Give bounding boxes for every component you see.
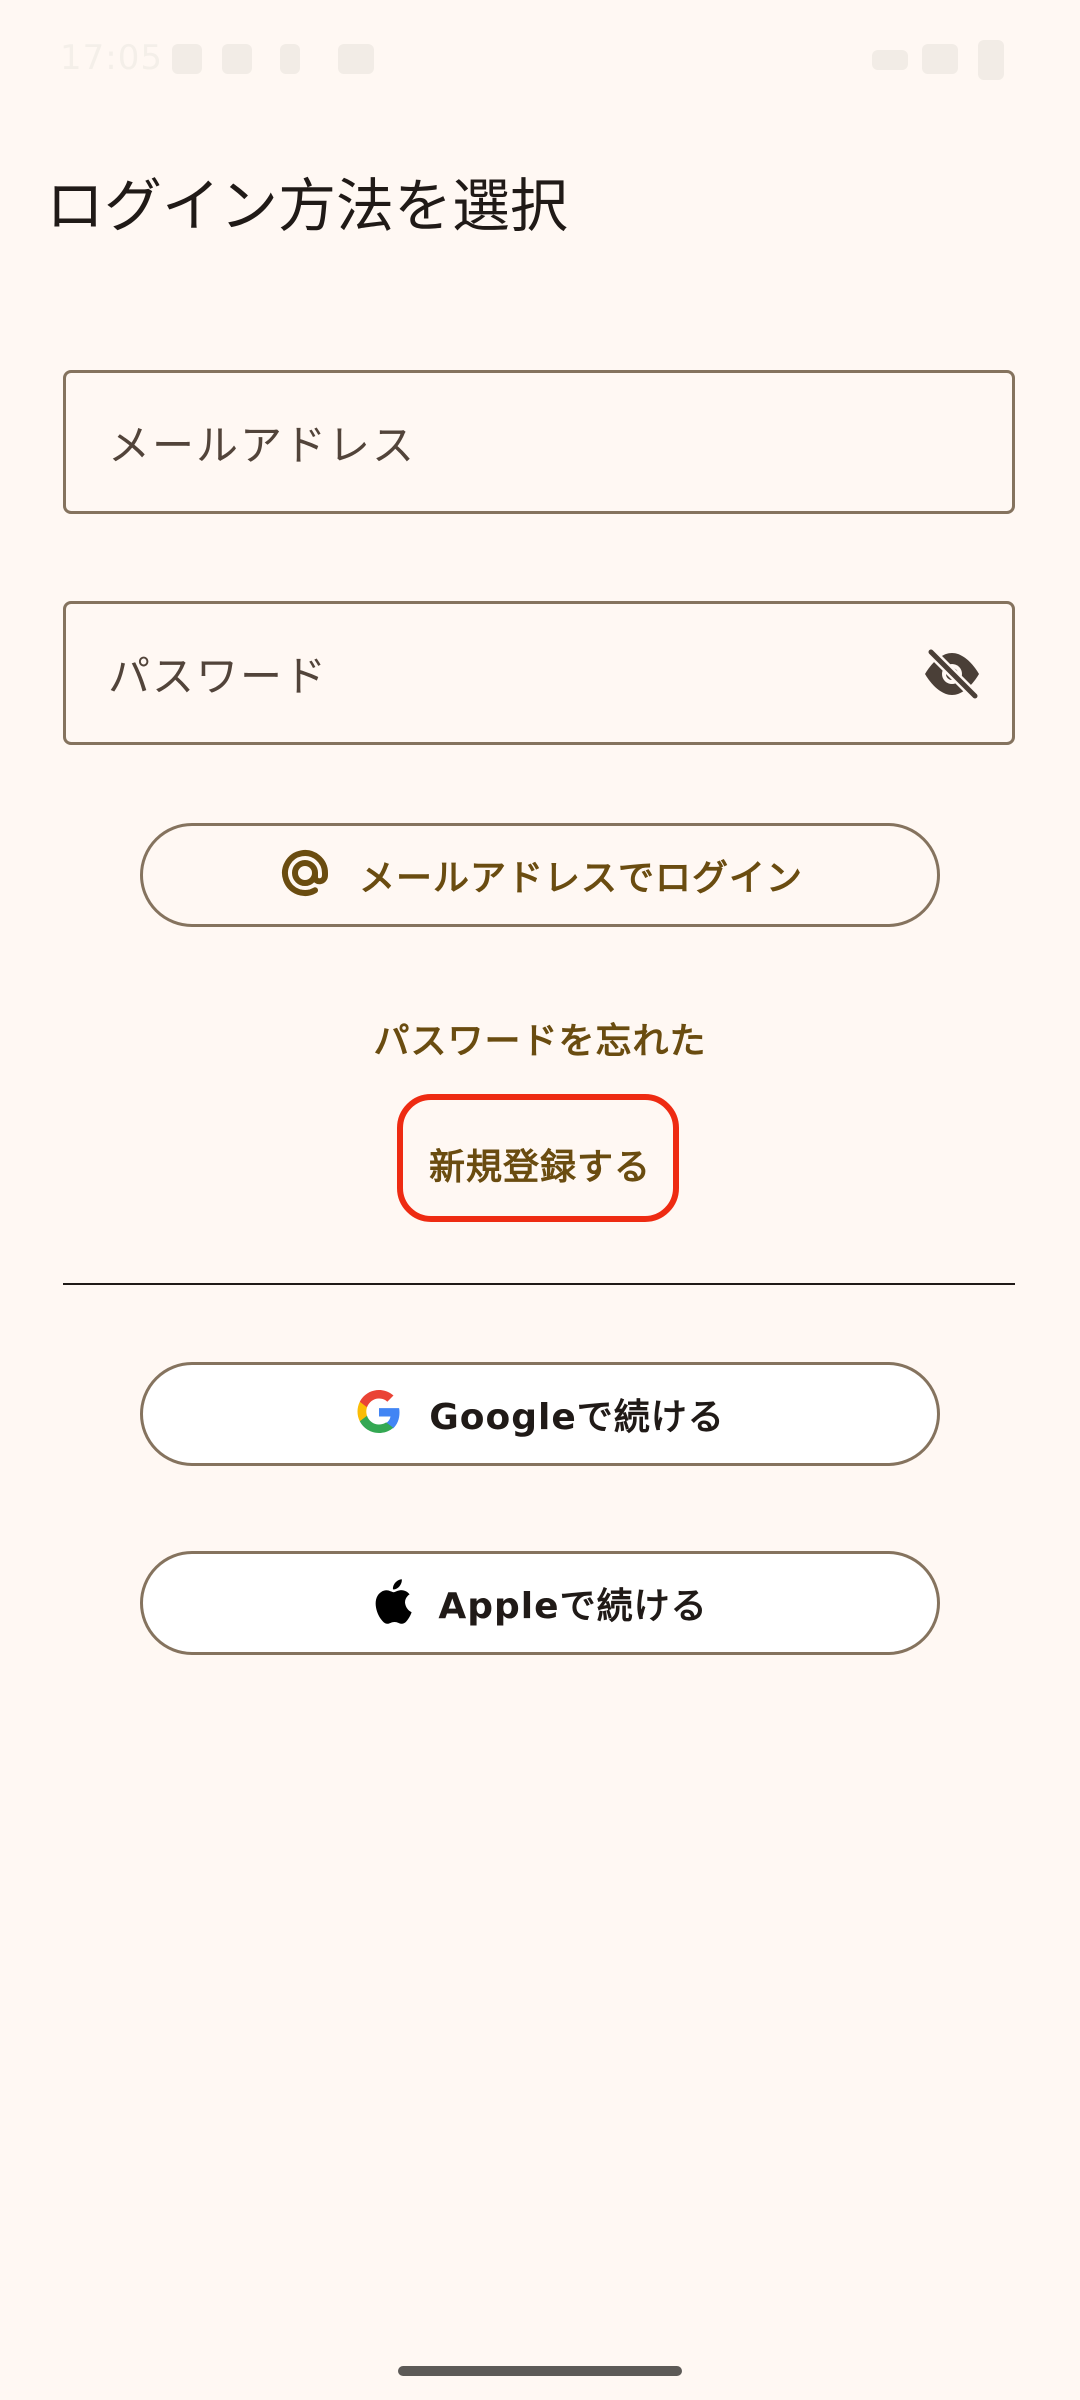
link-icon bbox=[872, 50, 908, 70]
email-field-placeholder: メールアドレス bbox=[108, 420, 417, 470]
email-login-button[interactable]: メールアドレスでログイン bbox=[140, 823, 940, 927]
google-signin-label: Googleで続ける bbox=[429, 1397, 725, 1438]
wifi-icon bbox=[922, 44, 958, 74]
apple-icon bbox=[372, 1577, 413, 1629]
home-indicator[interactable] bbox=[398, 2366, 682, 2376]
apple-signin-label: Appleで続ける bbox=[438, 1586, 708, 1627]
divider bbox=[63, 1283, 1015, 1285]
forgot-password-link[interactable]: パスワードを忘れた bbox=[0, 1012, 1080, 1064]
notification-icon bbox=[338, 44, 374, 74]
battery-icon bbox=[978, 40, 1004, 80]
apple-signin-button[interactable]: Appleで続ける bbox=[140, 1551, 940, 1655]
notification-icon bbox=[280, 44, 300, 74]
notification-icon bbox=[222, 44, 252, 74]
page-title: ログイン方法を選択 bbox=[46, 172, 569, 240]
password-field-placeholder: パスワード bbox=[108, 651, 329, 701]
status-bar: 17:05 bbox=[0, 0, 1080, 120]
register-highlight bbox=[397, 1094, 679, 1222]
google-signin-button[interactable]: Googleで続ける bbox=[140, 1362, 940, 1466]
notification-icon bbox=[172, 44, 202, 74]
visibility-off-icon[interactable] bbox=[922, 647, 982, 701]
status-time: 17:05 bbox=[60, 38, 163, 78]
email-field[interactable]: メールアドレス bbox=[63, 370, 1015, 514]
password-field[interactable]: パスワード bbox=[63, 601, 1015, 745]
google-icon bbox=[355, 1388, 403, 1440]
at-sign-icon bbox=[277, 845, 333, 905]
email-login-label: メールアドレスでログイン bbox=[358, 858, 803, 899]
